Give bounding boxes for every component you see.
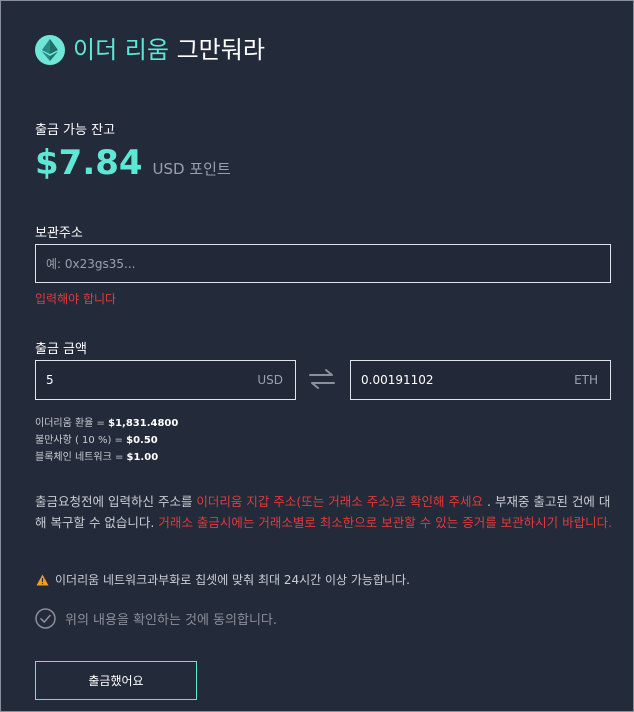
exchange-rate-line: 이더리움 환율 = $1,831.4800 <box>35 415 178 432</box>
fee-value: $0.50 <box>126 435 158 446</box>
balance-display: $7.84 USD 포인트 <box>35 143 231 183</box>
withdraw-panel: 이더 리움 그만둬라 출금 가능 잔고 $7.84 USD 포인트 보관주소 입… <box>0 0 634 712</box>
address-error: 입력해야 합니다 <box>35 292 117 306</box>
balance-unit: USD 포인트 <box>152 160 231 178</box>
usd-unit: USD <box>257 373 283 387</box>
usd-amount-input[interactable] <box>36 373 258 387</box>
balance-label: 출금 가능 잔고 <box>35 123 116 138</box>
notice-part1: 출금요청전에 입력하신 주소를 <box>35 494 197 509</box>
warning-text: 이더리움 네트워크과부화로 칩셋에 맞춰 최대 24시간 이상 가능합니다. <box>55 573 410 587</box>
check-circle-icon <box>35 608 56 629</box>
amount-label: 출금 금액 <box>35 342 87 357</box>
ethereum-icon <box>35 35 65 65</box>
address-input[interactable] <box>36 256 610 271</box>
withdraw-submit-button[interactable]: 출금했어요 <box>35 661 197 700</box>
eth-amount-input[interactable] <box>351 373 575 387</box>
rate-info: 이더리움 환율 = $1,831.4800 불만사항 ( 10 %) = $0.… <box>35 415 178 466</box>
swap-arrows-icon[interactable] <box>308 368 336 394</box>
network-fee-value: $1.00 <box>126 452 159 463</box>
page-title: 이더 리움 그만둬라 <box>73 35 265 65</box>
title-accent: 이더 리움 <box>73 36 169 64</box>
usd-field-box: USD <box>35 360 296 400</box>
network-fee-label: 블록체인 네트워크 = <box>35 452 127 463</box>
balance-amount: $7.84 <box>35 143 143 183</box>
eth-field-box: ETH <box>350 360 611 400</box>
agree-label: 위의 내용을 확인하는 것에 동의합니다. <box>65 613 278 628</box>
network-fee-line: 블록체인 네트워크 = $1.00 <box>35 449 178 466</box>
notice-part4: 거래소 출금시에는 거래소별로 최소한으로 보관할 수 있는 증거를 보관하시기… <box>158 515 613 530</box>
exchange-rate-value: $1,831.4800 <box>108 418 179 429</box>
exchange-rate-label: 이더리움 환율 = <box>35 418 109 429</box>
withdraw-notice: 출금요청전에 입력하신 주소를 이더리움 지갑 주소(또는 거래소 주소)로 확… <box>35 491 615 533</box>
eth-unit: ETH <box>574 373 598 387</box>
agree-checkbox[interactable]: 위의 내용을 확인하는 것에 동의합니다. <box>35 608 277 629</box>
warning-icon <box>36 574 49 585</box>
address-label: 보관주소 <box>35 226 83 241</box>
network-warning: 이더리움 네트워크과부화로 칩셋에 맞춰 최대 24시간 이상 가능합니다. <box>36 571 410 588</box>
header: 이더 리움 그만둬라 <box>35 35 265 65</box>
address-field-box <box>35 244 611 283</box>
fee-line: 불만사항 ( 10 %) = $0.50 <box>35 432 178 449</box>
title-rest: 그만둬라 <box>168 36 265 64</box>
notice-part2: 이더리움 지갑 주소(또는 거래소 주소)로 확인해 주세요 <box>196 494 484 509</box>
fee-label: 불만사항 ( 10 %) = <box>35 435 127 446</box>
